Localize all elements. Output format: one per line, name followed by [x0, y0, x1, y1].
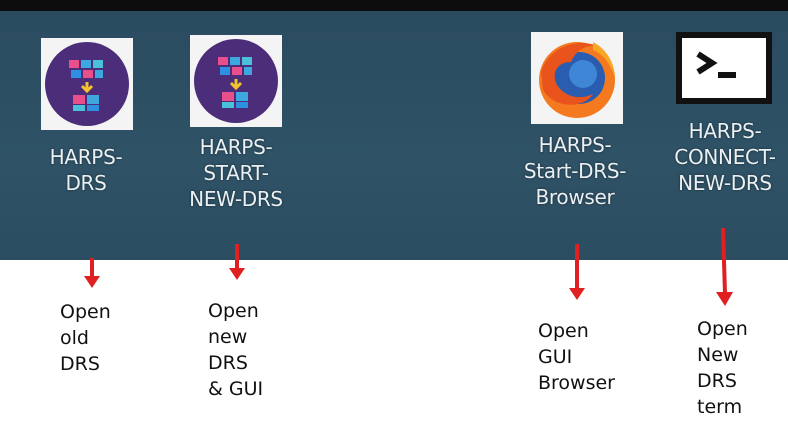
- arrow-down-icon: [84, 258, 100, 288]
- annotation-open-new-drs-term: Open New DRS term: [697, 318, 748, 418]
- icon-label-harps-start-new-drs[interactable]: HARPS- START- NEW-DRS: [170, 134, 302, 212]
- arrow-down-icon: [229, 244, 245, 280]
- icon-label-harps-start-drs-browser[interactable]: HARPS- Start-DRS- Browser: [500, 132, 650, 210]
- annotation-open-gui-browser: Open GUI Browser: [538, 320, 615, 394]
- harps-connect-new-drs-shortcut[interactable]: [676, 32, 772, 104]
- harps-drs-icon: [45, 42, 129, 126]
- harps-drs-icon: [194, 39, 278, 123]
- annotation-open-old-drs: Open old DRS: [60, 301, 111, 375]
- icon-label-harps-drs[interactable]: HARPS- DRS: [30, 144, 142, 196]
- harps-start-drs-browser-shortcut[interactable]: [531, 32, 623, 124]
- harps-start-new-drs-shortcut[interactable]: [190, 35, 282, 127]
- terminal-icon: [676, 32, 772, 104]
- arrow-down-icon: [716, 228, 733, 306]
- harps-drs-shortcut[interactable]: [41, 38, 133, 130]
- annotation-open-new-drs-gui: Open new DRS & GUI: [208, 300, 264, 400]
- icon-label-harps-connect-new-drs[interactable]: HARPS- CONNECT- NEW-DRS: [650, 118, 788, 196]
- arrow-down-icon: [569, 244, 585, 300]
- firefox-icon: [539, 42, 615, 118]
- screen-top-bar: [0, 0, 788, 11]
